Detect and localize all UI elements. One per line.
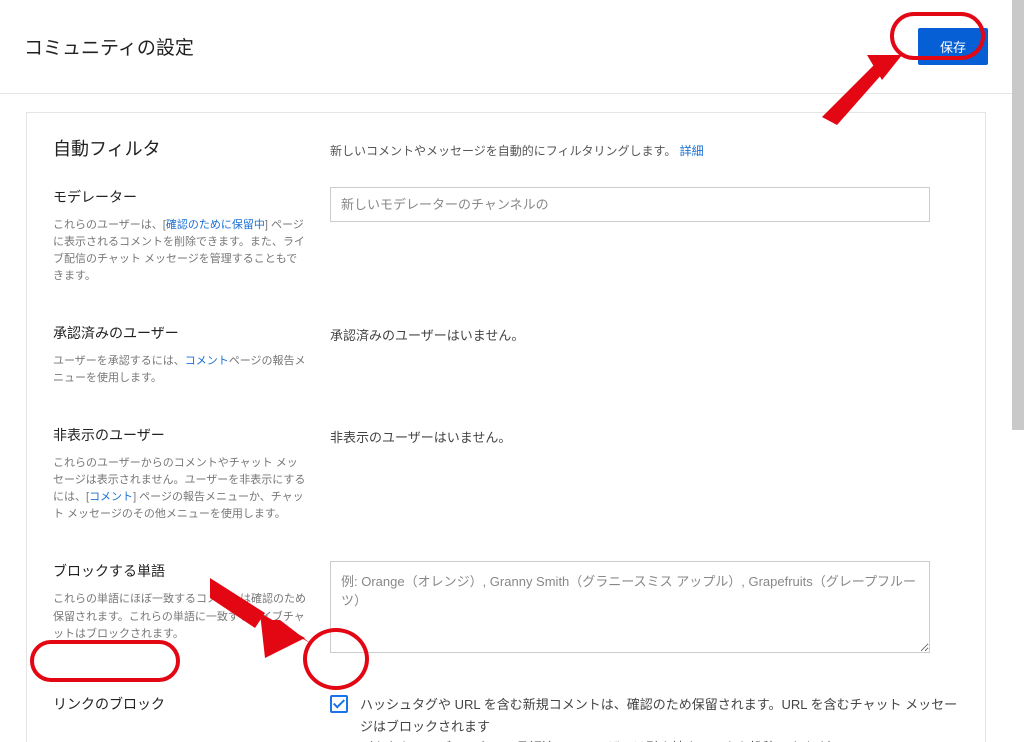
hidden-users-help: これらのユーザーからのコメントやチャット メッセージは表示されません。ユーザーを… — [53, 455, 308, 523]
moderators-label: モデレーター — [53, 187, 308, 207]
approved-comment-link[interactable]: コメント — [185, 355, 229, 367]
vertical-scrollbar[interactable] — [1012, 0, 1024, 430]
approved-users-label: 承認済みのユーザー — [53, 323, 308, 343]
approved-users-help: ユーザーを承認するには、コメントページの報告メニューを使用します。 — [53, 353, 308, 387]
blocked-words-input[interactable] — [330, 561, 930, 653]
link-block-label: リンクのブロック — [53, 694, 308, 714]
moderators-help: これらのユーザーは、[確認のために保留中] ページに表示されるコメントを削除でき… — [53, 217, 308, 285]
moderators-input[interactable] — [330, 187, 930, 222]
page-title: コミュニティの設定 — [24, 33, 194, 60]
details-link[interactable]: 詳細 — [680, 144, 704, 158]
link-block-subtext: （あなた、モデレーター、承認済みのユーザーは引き続きリンクを投稿できます）。 — [360, 737, 959, 742]
blocked-words-help: これらの単語にほぼ一致するコメントは確認のため保留されます。これらの単語に一致す… — [53, 591, 308, 642]
blocked-words-label: ブロックする単語 — [53, 561, 308, 581]
hidden-users-row: 非表示のユーザー これらのユーザーからのコメントやチャット メッセージは表示され… — [53, 425, 959, 523]
panel-description: 新しいコメントやメッセージを自動的にフィルタリングします。 詳細 — [330, 142, 704, 159]
hidden-users-label: 非表示のユーザー — [53, 425, 308, 445]
approved-users-row: 承認済みのユーザー ユーザーを承認するには、コメントページの報告メニューを使用し… — [53, 323, 959, 387]
blocked-words-row: ブロックする単語 これらの単語にほぼ一致するコメントは確認のため保留されます。こ… — [53, 561, 959, 656]
approved-users-status: 承認済みのユーザーはいません。 — [330, 323, 959, 344]
link-block-row: リンクのブロック ハッシュタグや URL を含む新規コメントは、確認のため保留さ… — [53, 694, 959, 742]
link-block-text: ハッシュタグや URL を含む新規コメントは、確認のため保留されます。URL を… — [360, 694, 959, 737]
moderators-row: モデレーター これらのユーザーは、[確認のために保留中] ページに表示されるコメ… — [53, 187, 959, 285]
link-block-checkbox[interactable] — [330, 695, 348, 713]
panel-title: 自動フィルタ — [53, 135, 330, 161]
hidden-comment-link[interactable]: コメント — [89, 491, 133, 503]
autofilter-panel: 自動フィルタ 新しいコメントやメッセージを自動的にフィルタリングします。 詳細 … — [26, 112, 986, 742]
save-button[interactable]: 保存 — [918, 28, 988, 65]
held-for-review-link[interactable]: 確認のために保留中 — [166, 219, 265, 231]
hidden-users-status: 非表示のユーザーはいません。 — [330, 425, 959, 446]
